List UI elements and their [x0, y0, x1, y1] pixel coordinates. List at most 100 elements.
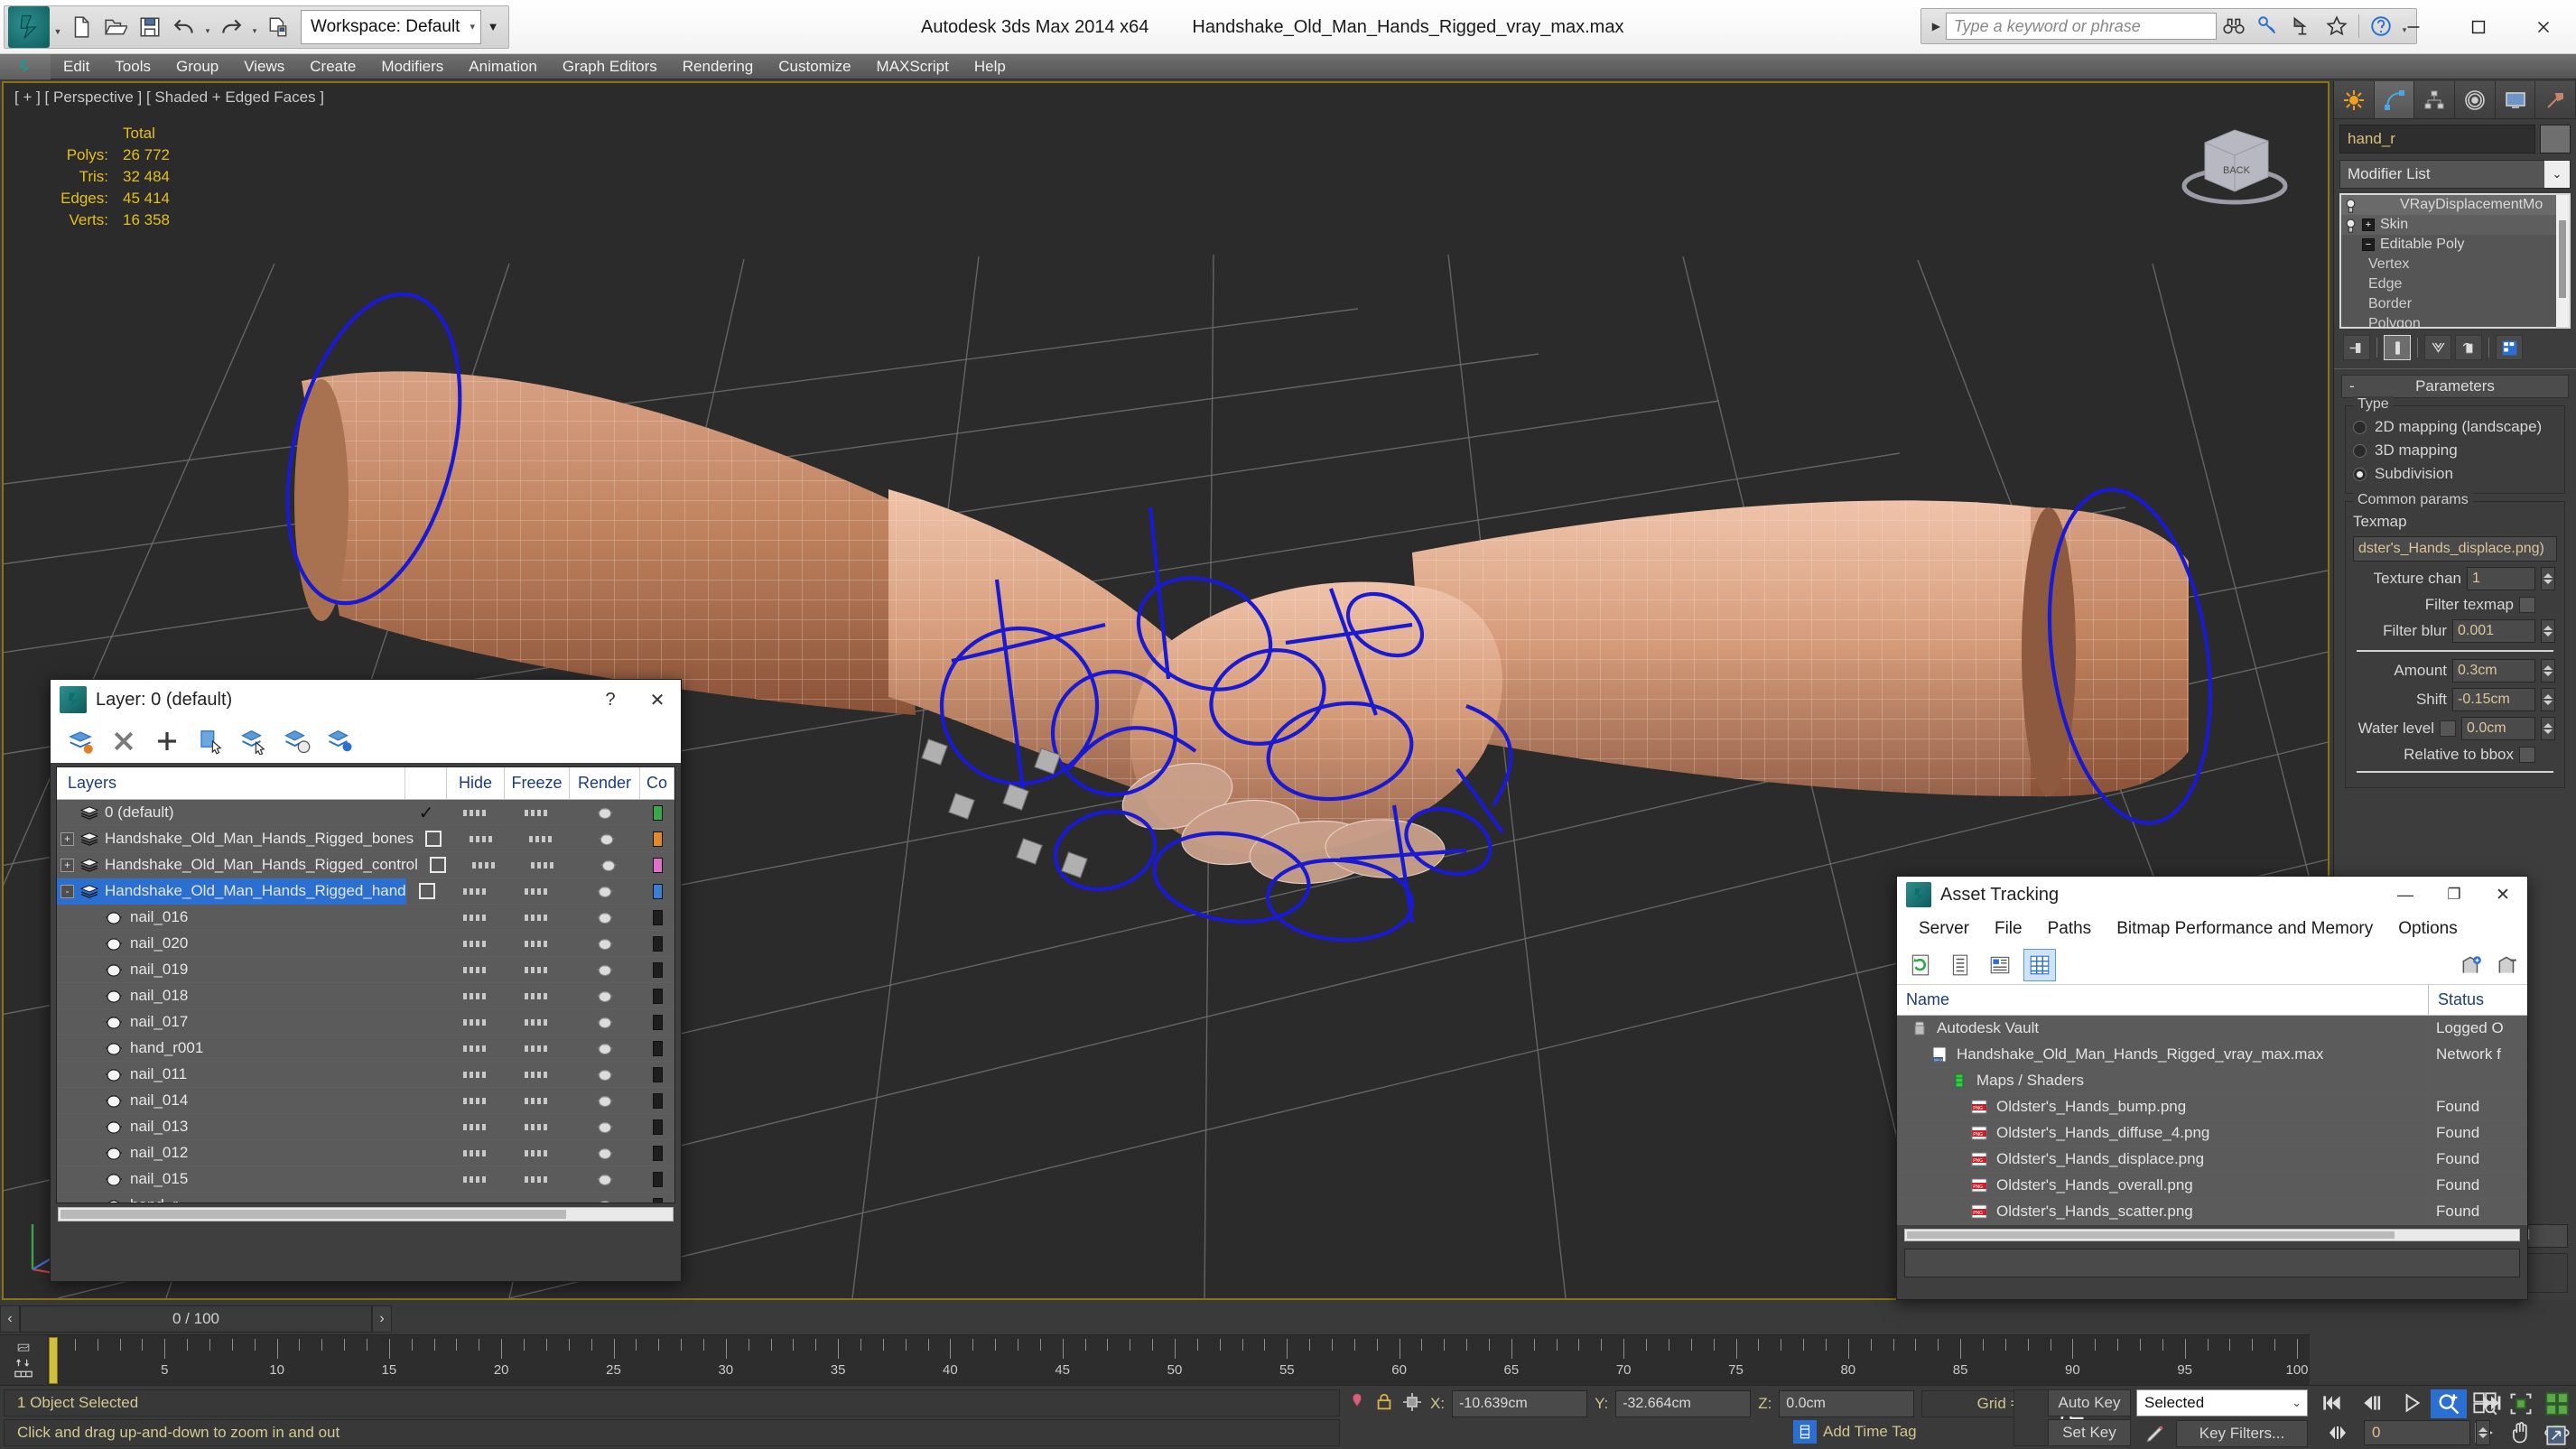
menu-item-help[interactable]: Help	[962, 54, 1018, 79]
toggle-dashes[interactable]	[525, 1149, 550, 1156]
timeline-ruler[interactable]: 0510152025303540455055606570758085909510…	[47, 1335, 2310, 1386]
asset-row-name[interactable]: PNG Oldster's_Hands_overall.png	[1897, 1176, 2428, 1194]
layer-current-cell[interactable]	[405, 931, 447, 957]
toggle-dashes[interactable]	[525, 1071, 550, 1078]
display-tab[interactable]	[2495, 81, 2536, 118]
toggle-dashes[interactable]	[463, 966, 488, 973]
key-mode-toggle-icon[interactable]	[2317, 1420, 2358, 1445]
layer-hide-cell[interactable]	[447, 1114, 505, 1140]
layer-color-cell[interactable]	[640, 957, 674, 983]
undo-icon[interactable]	[167, 9, 201, 45]
layer-row[interactable]: nail_012	[57, 1140, 674, 1166]
show-end-result-button[interactable]	[2384, 335, 2411, 360]
layer-render-cell[interactable]	[570, 1036, 640, 1062]
toggle-dashes[interactable]	[525, 914, 550, 921]
layer-color-cell[interactable]	[640, 983, 674, 1009]
workspace-dropdown-icon[interactable]: ▼	[481, 10, 505, 44]
relative-bbox-checkbox[interactable]	[2519, 747, 2535, 763]
layer-render-cell[interactable]	[570, 931, 640, 957]
asset-row-name[interactable]: Maps / Shaders	[1897, 1072, 2428, 1090]
modifier-list-dropdown[interactable]: Modifier List ⌄	[2339, 160, 2571, 189]
asset-menu-file[interactable]: File	[1982, 919, 2035, 939]
layer-hide-cell[interactable]	[447, 905, 505, 931]
water-level-spinner[interactable]	[2541, 717, 2555, 740]
asset-tracking-titlebar[interactable]: Asset Tracking — ❐ ✕	[1897, 877, 2527, 913]
menu-item-group[interactable]: Group	[163, 54, 231, 79]
layer-row-name[interactable]: nail_018	[57, 983, 405, 1009]
layer-hide-cell[interactable]	[447, 1009, 505, 1036]
pin-stack-status-icon[interactable]	[1347, 1390, 1367, 1418]
layer-freeze-cell[interactable]	[510, 826, 573, 852]
lock-selection-icon[interactable]	[1374, 1390, 1394, 1418]
open-mini-curve-editor-icon[interactable]	[5, 1341, 42, 1380]
layer-row[interactable]: 0 (default) ✓	[57, 800, 674, 826]
minimize-button[interactable]	[2381, 0, 2446, 54]
layer-row[interactable]: hand_r	[57, 1193, 674, 1203]
column-current[interactable]	[405, 767, 447, 799]
key-filters-button[interactable]: Key Filters...	[2176, 1420, 2308, 1447]
toggle-dashes[interactable]	[525, 809, 550, 816]
expander-icon[interactable]: +	[60, 831, 74, 846]
auto-key-button[interactable]: Auto Key	[2048, 1389, 2131, 1416]
layer-color-cell[interactable]	[640, 800, 674, 826]
project-folder-icon[interactable]	[261, 9, 295, 45]
maximize-viewport-icon[interactable]	[2539, 1422, 2573, 1449]
amount-field[interactable]: 0.3cm	[2452, 659, 2535, 683]
layer-row-name[interactable]: - Handshake_Old_Man_Hands_Rigged_hand	[57, 878, 406, 905]
refresh-icon[interactable]	[1904, 949, 1937, 981]
layer-current-cell[interactable]: ✓	[405, 800, 447, 826]
layer-color-cell[interactable]	[640, 1140, 674, 1166]
layer-hscroll-thumb[interactable]	[60, 1210, 566, 1219]
toggle-dashes[interactable]	[463, 1097, 488, 1104]
set-current-icon[interactable]	[280, 724, 314, 758]
layer-color-cell[interactable]	[641, 826, 674, 852]
layer-color-cell[interactable]	[640, 1114, 674, 1140]
asset-row[interactable]: PNG Oldster's_Hands_bump.png Found	[1897, 1093, 2527, 1120]
frame-spinner[interactable]	[2476, 1420, 2490, 1445]
layer-freeze-cell[interactable]	[505, 1036, 570, 1062]
texmap-button[interactable]: dster's_Hands_displace.png)	[2353, 536, 2557, 562]
time-tag-icon[interactable]	[1793, 1420, 1817, 1444]
layer-freeze-cell[interactable]	[505, 1062, 570, 1088]
save-file-icon[interactable]	[133, 9, 167, 45]
layer-render-cell[interactable]	[570, 878, 640, 905]
filter-blur-spinner[interactable]	[2541, 619, 2555, 643]
toggle-dashes[interactable]	[531, 861, 557, 868]
play-animation-icon[interactable]	[2393, 1389, 2431, 1416]
layer-hide-cell[interactable]	[447, 957, 505, 983]
stack-sub-vertex[interactable]: Vertex	[2341, 255, 2569, 274]
layer-row[interactable]: - Handshake_Old_Man_Hands_Rigged_hand	[57, 878, 674, 905]
light-bulb-icon[interactable]	[2345, 218, 2357, 233]
toggle-dashes[interactable]	[463, 914, 488, 921]
zoom-extents-icon[interactable]	[2503, 1389, 2539, 1418]
layer-freeze-cell[interactable]	[505, 983, 570, 1009]
make-unique-button[interactable]	[2424, 335, 2451, 360]
layer-dialog-close-button[interactable]: ✕	[634, 680, 681, 720]
stack-scrollbar-thumb[interactable]	[2559, 220, 2566, 298]
layer-hide-cell[interactable]	[447, 800, 505, 826]
menu-item-animation[interactable]: Animation	[456, 54, 550, 79]
modifier-stack[interactable]: VRayDisplacementMo + Skin − Editable Pol…	[2339, 193, 2571, 329]
toggle-dashes[interactable]	[525, 1175, 550, 1183]
layer-current-cell[interactable]	[405, 983, 447, 1009]
next-frame-arrow[interactable]: ›	[372, 1305, 392, 1333]
layer-current-cell[interactable]	[405, 1193, 447, 1203]
asset-minimize-button[interactable]: —	[2381, 877, 2430, 913]
column-hide[interactable]: Hide	[447, 767, 505, 799]
layer-freeze-cell[interactable]	[505, 957, 570, 983]
layer-current-cell[interactable]	[406, 878, 448, 905]
asset-row-name[interactable]: PNG Oldster's_Hands_diffuse_4.png	[1897, 1124, 2428, 1142]
toggle-dashes[interactable]	[525, 1202, 550, 1203]
remove-modifier-button[interactable]	[2455, 335, 2482, 360]
toggle-dashes[interactable]	[463, 940, 488, 947]
layer-render-cell[interactable]	[570, 1140, 640, 1166]
undo-dropdown-icon[interactable]: ▾	[201, 9, 214, 45]
layer-row-name[interactable]: nail_012	[57, 1140, 405, 1166]
search-input[interactable]: Type a keyword or phrase	[1946, 13, 2217, 40]
grid-view-icon[interactable]	[2023, 948, 2056, 981]
layer-freeze-cell[interactable]	[505, 1140, 570, 1166]
layer-row-name[interactable]: nail_017	[57, 1009, 405, 1036]
set-key-pencil-icon[interactable]	[2138, 1420, 2172, 1447]
menu-item-create[interactable]: Create	[297, 54, 368, 79]
app-menu-arrow-icon[interactable]: ▼	[51, 9, 64, 45]
